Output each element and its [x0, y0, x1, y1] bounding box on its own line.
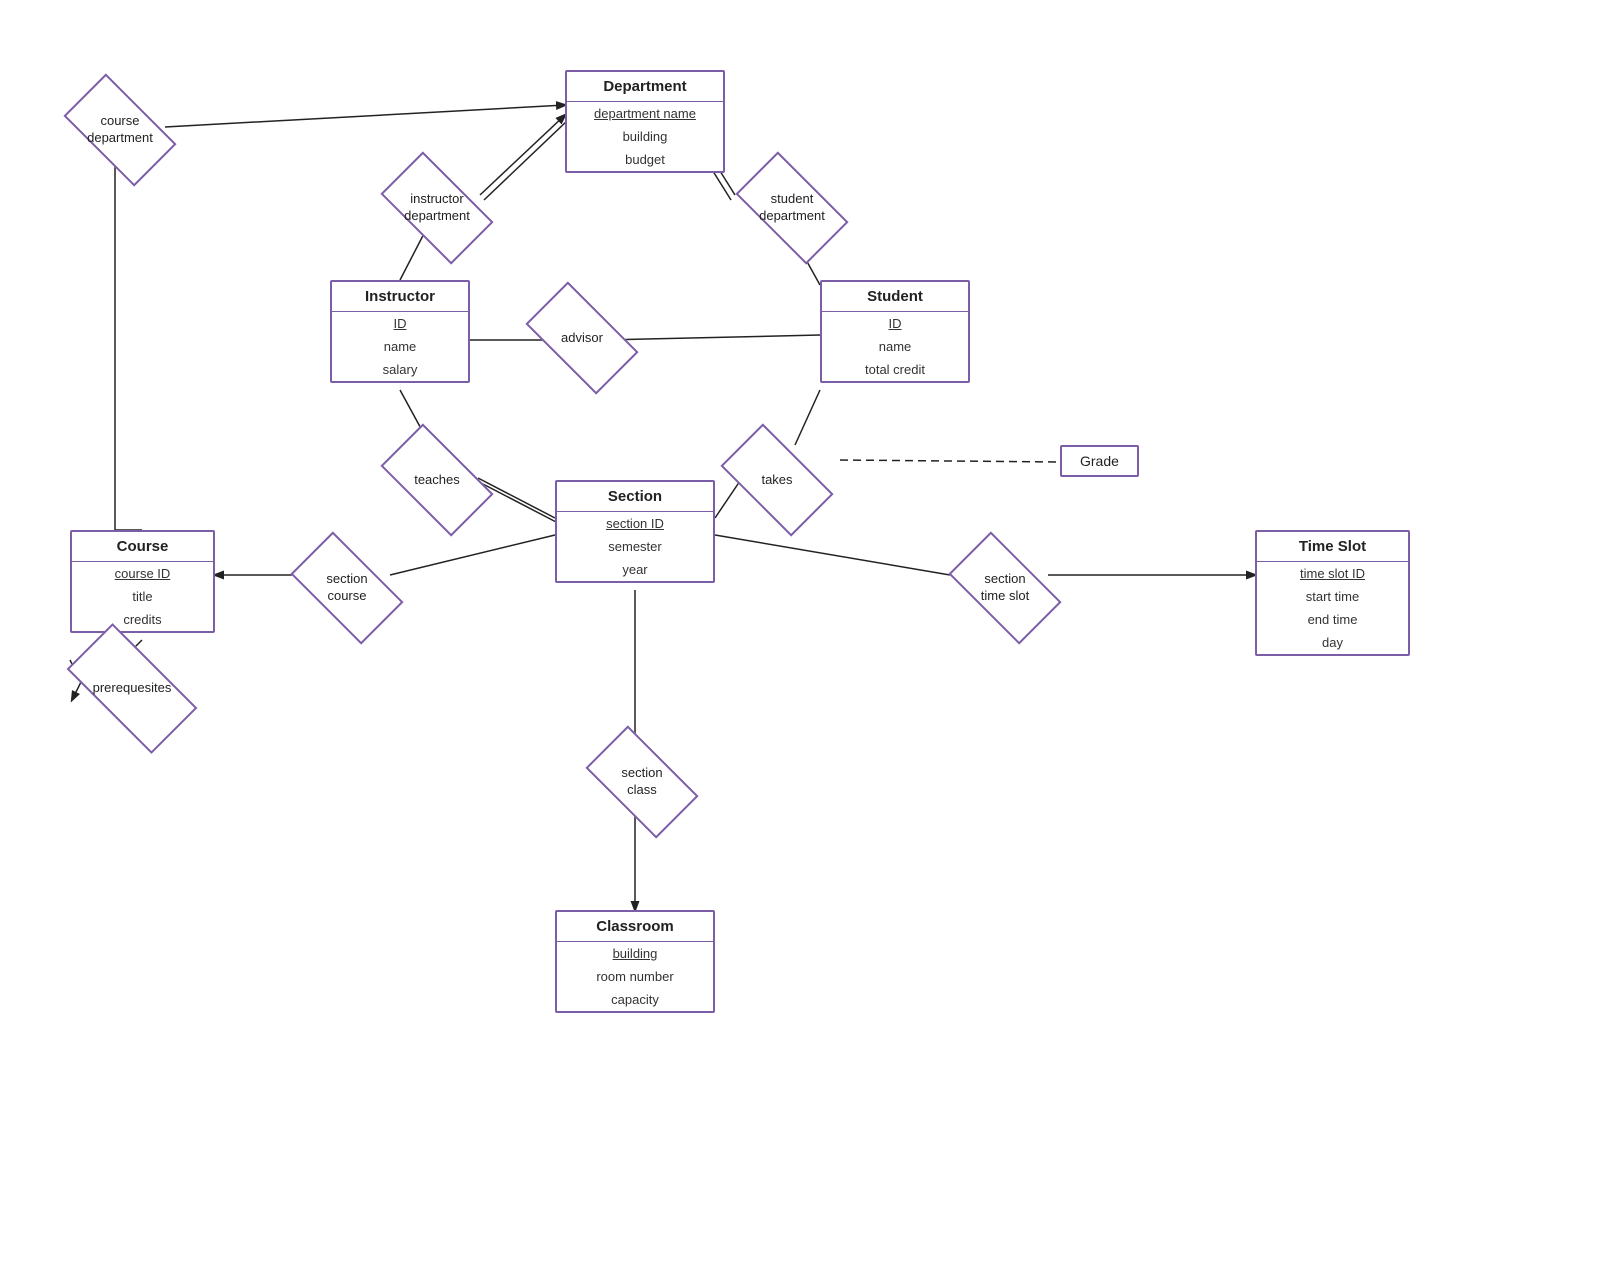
diamond-instr-dept-shape [380, 151, 493, 264]
entity-section-title: Section [557, 482, 713, 512]
grade-label: Grade [1080, 453, 1119, 469]
entity-classroom-attr-building: building [557, 942, 713, 965]
entity-classroom-attr-capacity: capacity [557, 988, 713, 1011]
diamond-teaches: teaches [382, 440, 492, 520]
entity-student-attr-credit: total credit [822, 358, 968, 381]
entity-student: Student ID name total credit [820, 280, 970, 383]
diamond-student-dept-shape [735, 151, 848, 264]
entity-course-title: Course [72, 532, 213, 562]
entity-timeslot-attr-end: end time [1257, 608, 1408, 631]
diamond-section-course: sectioncourse [292, 548, 402, 628]
diamond-prereq-shape [67, 623, 198, 754]
entity-department-attr-name: department name [567, 102, 723, 125]
entity-timeslot: Time Slot time slot ID start time end ti… [1255, 530, 1410, 656]
grade-box: Grade [1060, 445, 1139, 477]
entity-student-attr-id: ID [822, 312, 968, 335]
entity-section: Section section ID semester year [555, 480, 715, 583]
entity-timeslot-attr-id: time slot ID [1257, 562, 1408, 585]
entity-student-attr-name: name [822, 335, 968, 358]
entity-section-attr-semester: semester [557, 535, 713, 558]
diamond-teaches-shape [380, 423, 493, 536]
entity-course: Course course ID title credits [70, 530, 215, 633]
entity-course-attr-id: course ID [72, 562, 213, 585]
entity-course-attr-title: title [72, 585, 213, 608]
diamond-student-dept: studentdepartment [737, 168, 847, 248]
diamond-section-course-shape [290, 531, 403, 644]
entity-department: Department department name building budg… [565, 70, 725, 173]
entity-section-attr-year: year [557, 558, 713, 581]
entity-instructor: Instructor ID name salary [330, 280, 470, 383]
entity-department-attr-building: building [567, 125, 723, 148]
entity-instructor-attr-name: name [332, 335, 468, 358]
diamond-advisor: advisor [527, 298, 637, 378]
diamond-section-timeslot: sectiontime slot [950, 548, 1060, 628]
entity-classroom-attr-room: room number [557, 965, 713, 988]
diamond-prereq: prerequesites [72, 648, 192, 728]
entity-course-attr-credits: credits [72, 608, 213, 631]
er-diagram: Department department name building budg… [0, 0, 1600, 1280]
diamond-takes: takes [722, 440, 832, 520]
entity-classroom: Classroom building room number capacity [555, 910, 715, 1013]
entity-department-attr-budget: budget [567, 148, 723, 171]
entity-classroom-title: Classroom [557, 912, 713, 942]
diamond-section-timeslot-shape [948, 531, 1061, 644]
entity-section-attr-id: section ID [557, 512, 713, 535]
diamond-instr-dept: instructordepartment [382, 168, 492, 248]
entity-timeslot-attr-day: day [1257, 631, 1408, 654]
entity-instructor-attr-id: ID [332, 312, 468, 335]
diamond-course-dept: coursedepartment [65, 90, 175, 170]
entity-instructor-title: Instructor [332, 282, 468, 312]
entity-timeslot-attr-start: start time [1257, 585, 1408, 608]
entity-student-title: Student [822, 282, 968, 312]
diamond-takes-shape [720, 423, 833, 536]
diamond-course-dept-shape [63, 73, 176, 186]
entity-department-title: Department [567, 72, 723, 102]
diamond-advisor-shape [525, 281, 638, 394]
entity-instructor-attr-salary: salary [332, 358, 468, 381]
diamond-section-class-shape [585, 725, 698, 838]
entity-timeslot-title: Time Slot [1257, 532, 1408, 562]
diamond-section-class: sectionclass [587, 742, 697, 822]
